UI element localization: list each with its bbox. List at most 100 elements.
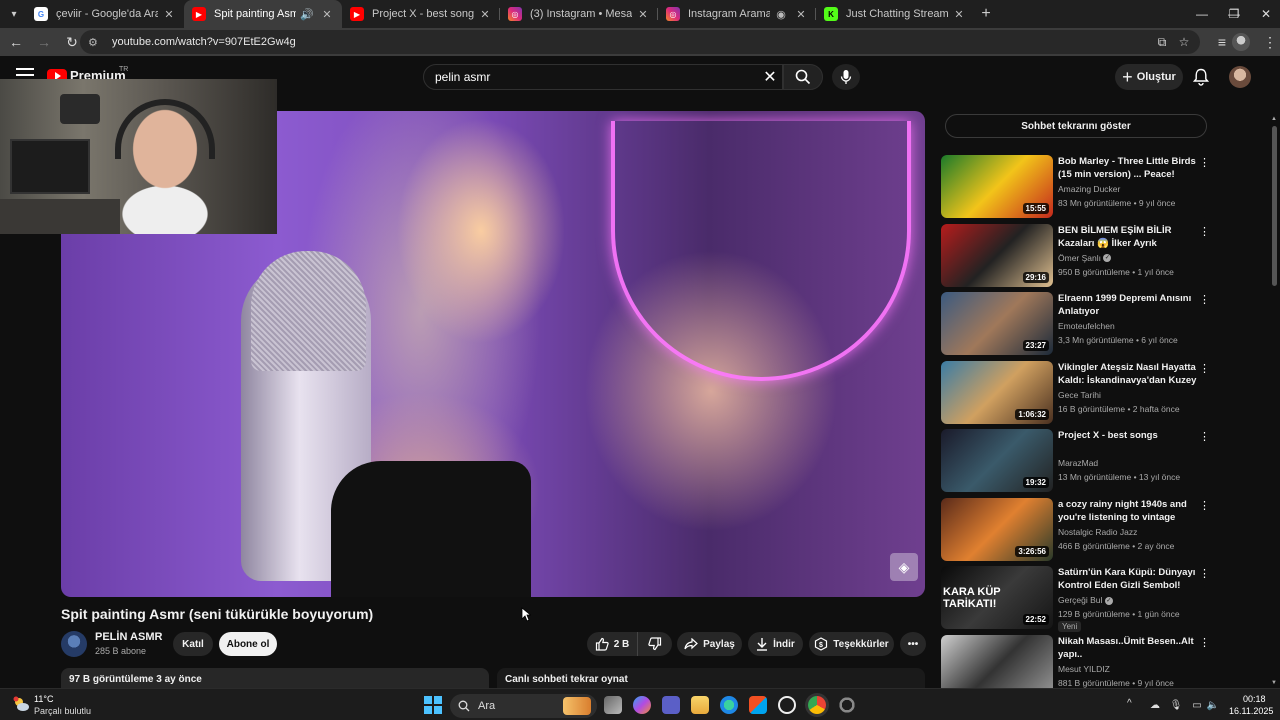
more-options-icon[interactable]: ⋮ xyxy=(1199,157,1210,171)
recommended-video[interactable]: 15:55 Bob Marley - Three Little Birds (15… xyxy=(941,155,1211,219)
recommended-channel-name[interactable]: Nostalgic Radio Jazz xyxy=(1058,527,1137,537)
taskbar-search[interactable]: Ara xyxy=(450,694,597,718)
notifications-button[interactable] xyxy=(1190,66,1212,88)
thanks-button[interactable]: $ Teşekkürler xyxy=(809,632,894,656)
recommended-video-title[interactable]: Elraenn 1999 Depremi Anısını Anlatıyor xyxy=(1058,292,1198,318)
recommended-channel-name[interactable]: Mesut YILDIZ xyxy=(1058,664,1110,674)
description-box[interactable]: 97 B görüntüleme 3 ay önce xyxy=(61,668,489,688)
microphone-tray-icon[interactable]: 🎙 xyxy=(1169,698,1183,712)
more-options-icon[interactable]: ⋮ xyxy=(1199,500,1210,514)
more-options-icon[interactable]: ⋮ xyxy=(1199,294,1210,308)
dislike-button[interactable] xyxy=(637,632,672,656)
close-tab-icon[interactable]: ✕ xyxy=(320,8,334,21)
install-app-icon[interactable]: ⧉ xyxy=(1150,30,1174,54)
video-thumbnail[interactable]: 15:55 xyxy=(941,155,1053,218)
start-button[interactable] xyxy=(424,696,442,714)
browser-tab-active[interactable]: ▶ Spit painting Asmr (seni tükü 🔊 ✕ xyxy=(184,0,342,28)
file-explorer-icon[interactable] xyxy=(691,696,709,714)
onedrive-icon[interactable]: ☁ xyxy=(1148,698,1162,712)
browser-tab[interactable]: ◎ Instagram Araması ◉ ✕ xyxy=(658,0,816,28)
scroll-down-icon[interactable]: ▼ xyxy=(1271,680,1277,686)
recommended-channel-name[interactable]: Ömer Şanlı ✓ xyxy=(1058,253,1112,263)
close-window-icon[interactable]: ✕ xyxy=(1250,0,1280,28)
channel-avatar[interactable] xyxy=(61,631,87,657)
chat-replay-panel[interactable]: Canlı sohbeti tekrar oynat xyxy=(497,668,925,688)
volume-icon[interactable]: 🔈 xyxy=(1206,698,1220,712)
forward-icon[interactable]: → xyxy=(32,30,56,54)
weather-temperature[interactable]: 11°C xyxy=(34,694,53,704)
account-avatar[interactable] xyxy=(1229,66,1251,88)
close-tab-icon[interactable]: ✕ xyxy=(636,8,650,21)
profile-avatar-icon[interactable] xyxy=(1232,33,1250,51)
recommended-channel-name[interactable]: Gece Tarihi xyxy=(1058,390,1101,400)
display-icon[interactable]: ▭ xyxy=(1190,698,1204,712)
search-input[interactable]: pelin asmr xyxy=(423,64,783,90)
browser-tab[interactable]: G çeviir - Google'da Ara ✕ xyxy=(26,0,184,28)
close-tab-icon[interactable]: ✕ xyxy=(794,8,808,21)
subscribe-button[interactable]: Abone ol xyxy=(219,632,277,656)
recommended-video-title[interactable]: a cozy rainy night 1940s and you're list… xyxy=(1058,498,1198,524)
recommended-video-title[interactable]: Project X - best songs xyxy=(1058,429,1198,442)
task-view-icon[interactable] xyxy=(604,696,622,714)
recommended-video-title[interactable]: BEN BİLMEM EŞİM BİLİR Kazaları 😱 İlker A… xyxy=(1058,224,1198,250)
recommended-video[interactable]: 19:32 Project X - best songs MarazMad 13 Mn… xyxy=(941,429,1211,493)
scrollbar-thumb[interactable] xyxy=(1272,126,1277,286)
teams-icon[interactable] xyxy=(662,696,680,714)
recommended-video[interactable]: 23:27 Elraenn 1999 Depremi Anısını Anlatı… xyxy=(941,292,1211,356)
recommended-video-title[interactable]: Nikah Masası..Ümit Besen..Alt yapı.. xyxy=(1058,635,1198,661)
video-thumbnail[interactable]: 23:27 xyxy=(941,292,1053,355)
recommended-channel-name[interactable]: Gerçeği Bul ✓ xyxy=(1058,595,1113,605)
recommended-video-title[interactable]: Vikingler Ateşsiz Nasıl Hayatta Kaldı: İ… xyxy=(1058,361,1198,387)
recommended-video[interactable]: 29:16 BEN BİLMEM EŞİM BİLİR Kazaları 😱 İl… xyxy=(941,223,1211,288)
back-icon[interactable]: ← xyxy=(4,30,28,54)
microsoft-store-icon[interactable] xyxy=(749,696,767,714)
site-info-icon[interactable]: ⚙ xyxy=(88,36,104,49)
more-options-icon[interactable]: ⋮ xyxy=(1199,568,1210,582)
channel-watermark-icon[interactable]: ◈ xyxy=(890,553,918,581)
edge-icon[interactable] xyxy=(720,696,738,714)
recommended-video-title[interactable]: Satürn'ün Kara Küpü: Dünyayı Kontrol Ede… xyxy=(1058,566,1198,592)
close-tab-icon[interactable]: ✕ xyxy=(478,8,492,21)
chrome-icon[interactable] xyxy=(808,696,826,714)
clock-date[interactable]: 16.11.2025 xyxy=(1229,706,1273,716)
tray-chevron-up-icon[interactable]: ^ xyxy=(1127,698,1132,709)
weather-description[interactable]: Parçalı bulutlu xyxy=(34,706,91,716)
recommended-video[interactable]: 1:06:32 Vikingler Ateşsiz Nasıl Hayatta K… xyxy=(941,360,1211,425)
bookmark-star-icon[interactable]: ☆ xyxy=(1172,30,1196,54)
more-options-icon[interactable]: ⋮ xyxy=(1199,226,1210,240)
chatgpt-icon[interactable] xyxy=(778,696,796,714)
recommended-video[interactable]: 3:26:56 a cozy rainy night 1940s and you'… xyxy=(941,497,1211,562)
search-button[interactable] xyxy=(783,64,823,90)
video-thumbnail[interactable]: 29:16 xyxy=(941,223,1053,287)
browser-tab[interactable]: ▶ Project X - best songs - YouTu ✕ xyxy=(342,0,500,28)
restore-window-icon[interactable]: ❐ xyxy=(1218,0,1250,28)
video-thumbnail[interactable]: KARA KÜP TARİKATI! 22:52 xyxy=(941,566,1053,629)
more-options-icon[interactable]: ⋮ xyxy=(1199,431,1210,445)
recommended-channel-name[interactable]: Amazing Ducker xyxy=(1058,184,1120,194)
minimize-window-icon[interactable]: — xyxy=(1186,0,1218,28)
voice-search-button[interactable] xyxy=(832,64,860,90)
copilot-icon[interactable] xyxy=(633,696,651,714)
video-thumbnail[interactable]: 1:06:32 xyxy=(941,360,1053,424)
clear-search-icon[interactable]: ✕ xyxy=(758,65,782,89)
create-button[interactable]: + Oluştur xyxy=(1115,64,1183,90)
browser-tab[interactable]: K Just Chatting Streaming - Live ✕ xyxy=(816,0,974,28)
more-options-icon[interactable]: ⋮ xyxy=(1199,363,1210,377)
more-options-icon[interactable]: ⋮ xyxy=(1199,637,1210,651)
scroll-up-icon[interactable]: ▲ xyxy=(1271,116,1277,122)
recommended-video-title[interactable]: Bob Marley - Three Little Birds (15 min … xyxy=(1058,155,1198,181)
address-bar[interactable]: ⚙ youtube.com/watch?v=907EtE2Gw4g ⧉ ☆ xyxy=(80,30,1200,54)
browser-menu-icon[interactable]: ⋮ xyxy=(1258,30,1280,54)
close-tab-icon[interactable]: ✕ xyxy=(162,8,176,21)
new-tab-icon[interactable]: + xyxy=(974,5,998,23)
recommended-video[interactable]: KARA KÜP TARİKATI! 22:52 Satürn'ün Kara Kü… xyxy=(941,566,1211,632)
download-button[interactable]: İndir xyxy=(748,632,803,656)
audio-playing-icon[interactable]: 🔊 xyxy=(300,8,314,21)
partly-cloudy-icon[interactable] xyxy=(12,695,30,713)
channel-name[interactable]: PELİN ASMR xyxy=(95,631,162,643)
media-controls-icon[interactable]: ≡ xyxy=(1210,30,1234,54)
recommended-channel-name[interactable]: Emoteufelchen xyxy=(1058,321,1115,331)
like-button[interactable]: 2 B xyxy=(587,632,637,656)
recommended-channel-name[interactable]: MarazMad xyxy=(1058,458,1098,468)
close-tab-icon[interactable]: ✕ xyxy=(952,8,966,21)
